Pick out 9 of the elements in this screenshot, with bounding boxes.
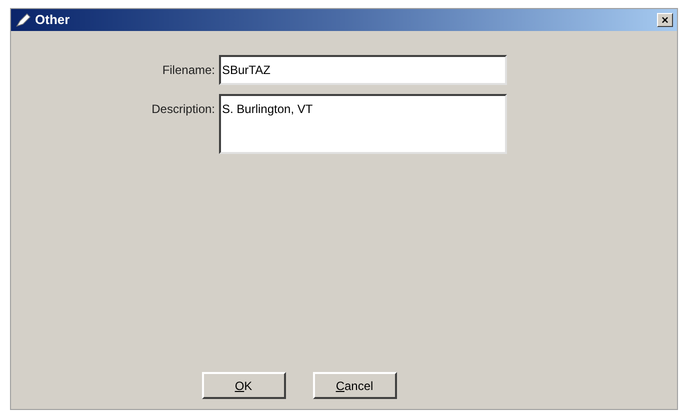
description-field[interactable]: S. Burlington, VT	[219, 94, 507, 154]
close-button[interactable]: ×	[657, 13, 673, 27]
filename-field[interactable]: SBurTAZ	[219, 55, 507, 85]
dialog-button[interactable]: Cancel	[312, 372, 396, 399]
field-label: Description:	[150, 101, 215, 118]
pen-icon	[15, 13, 31, 27]
window-title: Other	[35, 11, 70, 30]
field-label: Filename:	[161, 62, 215, 79]
dialog-button[interactable]: OK	[202, 372, 286, 399]
